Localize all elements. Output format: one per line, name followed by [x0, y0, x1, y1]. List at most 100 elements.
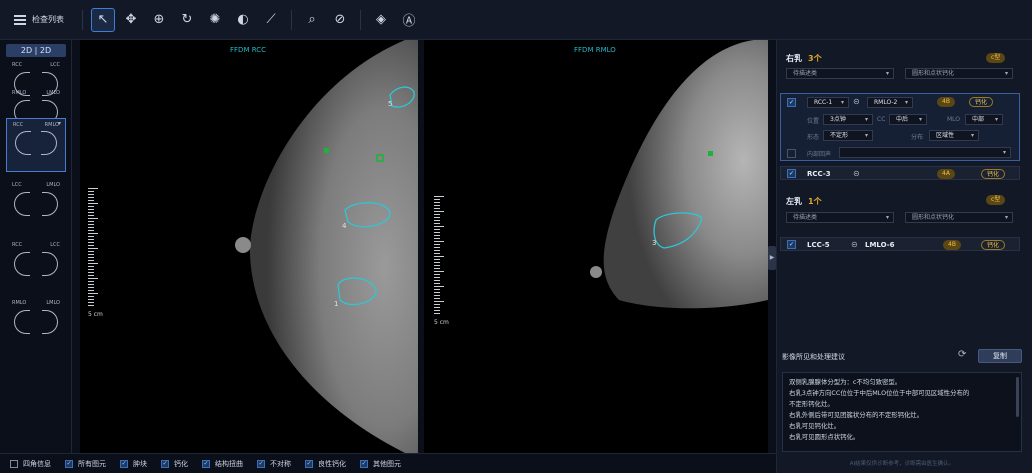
distribution-select[interactable]: 区域性	[929, 130, 979, 141]
scrollbar[interactable]	[1016, 377, 1019, 417]
exam-list-button[interactable]: 检查列表	[0, 14, 74, 25]
right-calcification-select[interactable]: 圆形和点状钙化	[905, 68, 1013, 79]
magnifier-icon[interactable]: ⌕	[300, 8, 324, 32]
ruler-tick	[88, 236, 94, 237]
thumbnail-lcc-lmlo[interactable]: LCC LMLO	[6, 180, 66, 226]
finding-type-badge-3[interactable]: 钙化	[981, 240, 1006, 250]
filter-良性钙化[interactable]: ✓ 良性钙化	[305, 459, 346, 469]
measure-icon[interactable]: ⟋	[259, 8, 283, 32]
finding-name-3b: LMLO-6	[865, 241, 895, 249]
viewer-rcc[interactable]: FFDM RCC 541 5 cm	[80, 40, 418, 453]
disclaimer-text: AI结果仅供诊断参考，诊断需由医生确认。	[849, 461, 955, 467]
filter-结构扭曲[interactable]: ✓ 结构扭曲	[202, 459, 243, 469]
breast-tissue-rcc	[249, 40, 418, 453]
ai-detect-icon[interactable]: ◈	[369, 8, 393, 32]
birads-badge-3[interactable]: 4B	[943, 240, 961, 250]
thumbnail-rcc-lcc[interactable]: RCC LCC	[6, 240, 66, 286]
filter-label: 钙化	[174, 459, 188, 468]
link-icon: ⊝	[853, 169, 860, 178]
filter-checkbox[interactable]: ✓	[65, 459, 73, 468]
pointer-icon[interactable]: ↖	[91, 7, 115, 32]
filter-label: 所有图元	[78, 459, 106, 468]
shape-select[interactable]: 不定形	[823, 130, 873, 141]
ruler-tick	[88, 206, 94, 207]
ruler-tick	[434, 196, 444, 197]
filter-不对称[interactable]: ✓ 不对称	[257, 459, 291, 469]
copy-button[interactable]: 复制	[978, 349, 1022, 363]
left-breast-type-badge[interactable]: c型	[986, 195, 1006, 205]
recommendation-text[interactable]: 双侧乳腺腺体分型为：c不均匀致密型。 右乳3点钟方向CC位位于中后MLO位位于中部…	[782, 372, 1022, 452]
cc-select[interactable]: 中后	[889, 114, 927, 125]
inner-echo-checkbox[interactable]	[787, 149, 796, 158]
filter-其他图元[interactable]: ✓ 其他图元	[360, 459, 401, 469]
ruler-tick	[88, 287, 94, 288]
rotate-icon[interactable]: ↻	[175, 8, 199, 32]
ruler-tick	[88, 275, 94, 276]
ruler-tick	[88, 197, 94, 198]
filter-四角信息[interactable]: 四角信息	[10, 459, 51, 469]
thumbnail-rcc-rmlo[interactable]: RCC RMLO	[6, 118, 66, 172]
finding-row-rcc-3[interactable]: ✓ RCC-3 ⊝ 4A 钙化	[780, 166, 1020, 180]
filter-钙化[interactable]: ✓ 钙化	[161, 459, 188, 469]
recommendation-line: 右乳外侧后带可见团簇状分布的不定形钙化灶。	[789, 411, 924, 419]
right-breast-type-badge[interactable]: c型	[986, 53, 1006, 63]
finding-type-badge-2[interactable]: 钙化	[981, 169, 1006, 179]
marker-rcc-1	[324, 148, 329, 153]
layout-mode-button[interactable]: 2D | 2D	[6, 44, 66, 57]
filter-label: 肿块	[133, 459, 147, 468]
left-category-select[interactable]: 待描述类	[786, 212, 894, 223]
thumbnail-label: RCC	[12, 242, 23, 248]
breast-outline-icon	[15, 131, 31, 155]
viewer-rmlo[interactable]: FFDM RMLO 3 5 cm	[424, 40, 768, 453]
filter-checkbox[interactable]: ✓	[257, 459, 265, 468]
left-calcification-select[interactable]: 圆形和点状钙化	[905, 212, 1013, 223]
inner-echo-select[interactable]	[839, 147, 1011, 158]
right-breast-title: 右乳 3个	[786, 54, 822, 63]
filter-所有图元[interactable]: ✓ 所有图元	[65, 459, 106, 469]
ruler-tick	[434, 229, 440, 230]
lesion-number: 4	[342, 222, 347, 230]
finding-type-badge-1[interactable]: 钙化	[969, 97, 994, 107]
ruler-tick	[88, 299, 94, 300]
finding-view-select-b[interactable]: RMLO-2	[867, 97, 913, 108]
filter-checkbox[interactable]: ✓	[202, 459, 210, 468]
finding-checkbox-2[interactable]: ✓	[787, 169, 796, 178]
ruler-tick	[434, 253, 440, 254]
filter-checkbox[interactable]: ✓	[120, 459, 128, 468]
window-level-icon[interactable]: ✺	[203, 8, 227, 32]
ai-icon[interactable]: Ⓐ	[397, 8, 421, 32]
thumbnail-label: LCC	[50, 62, 60, 68]
thumbnail-rmlo-lmlo[interactable]: RMLO LMLO	[6, 298, 66, 344]
position-select[interactable]: 3点钟	[823, 114, 873, 125]
mlo-select[interactable]: 中部	[965, 114, 1003, 125]
filter-checkbox[interactable]: ✓	[161, 459, 169, 468]
filter-checkbox[interactable]: ✓	[360, 459, 368, 468]
filter-checkbox[interactable]: ✓	[305, 459, 313, 468]
finding-checkbox-1[interactable]: ✓	[787, 98, 796, 107]
collapse-panel-button[interactable]: ▶	[768, 246, 776, 270]
move-icon[interactable]: ✥	[119, 8, 143, 32]
zoom-icon[interactable]: ⊕	[147, 8, 171, 32]
ruler-tick	[88, 278, 98, 279]
refresh-icon[interactable]: ⟳	[958, 349, 966, 360]
filter-label: 其他图元	[373, 459, 401, 468]
ruler-tick	[434, 298, 440, 299]
filter-肿块[interactable]: ✓ 肿块	[120, 459, 147, 469]
distribution-label: 分布	[911, 134, 924, 141]
finding-view-select-a[interactable]: RCC-1	[807, 97, 849, 108]
ruler-tick	[88, 212, 94, 213]
breast-outline-icon	[42, 252, 58, 276]
ruler-tick	[88, 293, 98, 294]
ruler-tick	[434, 223, 440, 224]
invert-icon[interactable]: ◐	[231, 8, 255, 32]
mammography-viewer-app: 检查列表 ↖ ✥ ⊕ ↻ ✺ ◐ ⟋ ⌕ ⊘ ◈ Ⓐ 2D | 2D RCC LCC RMLO LMLO R…	[0, 0, 1032, 473]
ruler-tick	[434, 226, 444, 227]
reset-icon[interactable]: ⊘	[328, 8, 352, 32]
breast-outline-icon	[42, 310, 58, 334]
right-category-select[interactable]: 待描述类	[786, 68, 894, 79]
filter-checkbox[interactable]	[10, 459, 18, 468]
finding-checkbox-3[interactable]: ✓	[787, 240, 796, 249]
birads-badge-2[interactable]: 4A	[937, 169, 955, 179]
finding-row-lcc-5[interactable]: ✓ LCC-5 ⊝ LMLO-6 4B 钙化	[780, 237, 1020, 251]
birads-badge-1[interactable]: 4B	[937, 97, 955, 107]
